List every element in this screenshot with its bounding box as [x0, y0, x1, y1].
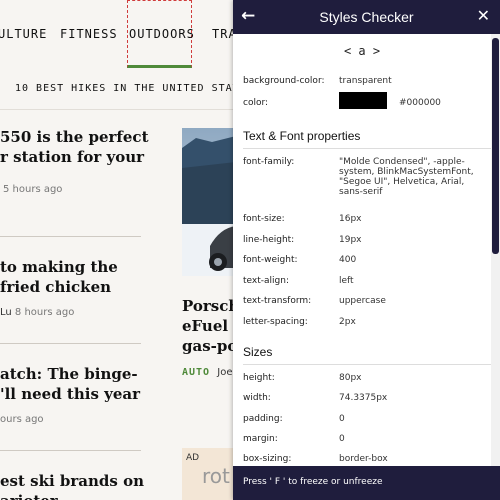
property-value: border-box [339, 454, 388, 464]
property-label: margin: [243, 434, 278, 444]
property-label: letter-spacing: [243, 317, 308, 327]
property-value: "Molde Condensed", -apple-system, BlinkM… [339, 157, 474, 197]
property-value: left [339, 276, 354, 286]
property-value: 400 [339, 255, 357, 265]
story-time: ours ago [0, 414, 44, 425]
story-title-line[interactable]: 550 is the perfect [0, 127, 149, 147]
divider [0, 450, 141, 451]
section-heading-text-font: Text & Font properties [243, 129, 493, 149]
feature-title[interactable]: Porsch eFuel t gas-po [182, 296, 240, 356]
property-value: #000000 [399, 98, 441, 108]
property-label: background-color: [243, 76, 325, 86]
feature-meta: AUTO Joel [182, 367, 235, 378]
nav-item-fitness[interactable]: FITNESS [60, 27, 118, 41]
scrollbar-thumb[interactable] [492, 38, 499, 254]
ad-brand-logo: rot [202, 464, 230, 488]
list-item[interactable]: atch: The binge- 'll need this year ours… [0, 364, 141, 425]
property-value: uppercase [339, 296, 386, 306]
nav-item-outdoors[interactable]: OUTDOORS [129, 27, 195, 41]
feature-title-line[interactable]: gas-po [182, 336, 240, 356]
story-title-line[interactable]: arioter [0, 491, 141, 500]
property-value: 16px [339, 214, 362, 224]
property-value: 80px [339, 373, 362, 383]
panel-header: ← Styles Checker ✕ [233, 0, 500, 34]
close-icon[interactable]: ✕ [477, 6, 490, 25]
color-swatch [339, 92, 387, 109]
property-value: 0 [339, 414, 345, 424]
panel-title: Styles Checker [319, 9, 414, 25]
property-label: font-family: [243, 157, 295, 167]
element-tag: < a > [343, 44, 381, 58]
list-item[interactable]: to making the fried chicken Lu 8 hours a… [0, 257, 141, 318]
list-item[interactable]: est ski brands on arioter [0, 471, 144, 500]
ad-label: AD [186, 453, 200, 463]
story-title-line[interactable]: r station for your [0, 147, 144, 167]
advertisement[interactable]: AD rot [182, 448, 236, 500]
property-value: 19px [339, 235, 362, 245]
story-title-line[interactable]: atch: The binge- [0, 364, 141, 384]
category-tag[interactable]: AUTO [182, 367, 210, 378]
property-value: 74.3375px [339, 393, 388, 403]
property-label: color: [243, 98, 269, 108]
section-heading-sizes: Sizes [243, 345, 493, 365]
property-label: font-weight: [243, 255, 298, 265]
divider [0, 236, 141, 237]
story-title-line[interactable]: est ski brands on [0, 471, 144, 491]
feature-title-line[interactable]: Porsch [182, 296, 240, 316]
property-value: 0 [339, 434, 345, 444]
story-title-line[interactable]: fried chicken [0, 277, 141, 297]
property-label: height: [243, 373, 275, 383]
property-label: text-transform: [243, 296, 312, 306]
nav-item-culture[interactable]: ULTURE [0, 27, 47, 41]
story-title-line[interactable]: 'll need this year [0, 384, 141, 404]
story-time: 5 hours ago [3, 184, 63, 195]
property-label: font-size: [243, 214, 285, 224]
property-label: box-sizing: [243, 454, 292, 464]
property-value: 2px [339, 317, 356, 327]
story-title-line[interactable]: to making the [0, 257, 141, 277]
property-value: transparent [339, 76, 392, 86]
story-meta: Lu 8 hours ago [0, 307, 141, 318]
story-author[interactable]: Lu [0, 307, 12, 318]
story-time: 8 hours ago [14, 307, 75, 318]
divider [0, 343, 141, 344]
feature-title-line[interactable]: eFuel t [182, 316, 240, 336]
panel-scrollbar[interactable] [491, 34, 500, 466]
property-label: padding: [243, 414, 283, 424]
feature-image[interactable] [182, 128, 236, 276]
property-label: text-align: [243, 276, 289, 286]
panel-footer: Press ' F ' to freeze or unfreeze [233, 466, 500, 500]
freeze-hint: Press ' F ' to freeze or unfreeze [243, 477, 383, 487]
panel-body[interactable]: < a > background-color: transparent colo… [233, 34, 500, 466]
list-item[interactable]: 550 is the perfect r station for your 5 … [0, 127, 149, 195]
property-label: line-height: [243, 235, 295, 245]
property-label: width: [243, 393, 271, 403]
styles-checker-panel: ← Styles Checker ✕ < a > background-colo… [233, 0, 500, 500]
